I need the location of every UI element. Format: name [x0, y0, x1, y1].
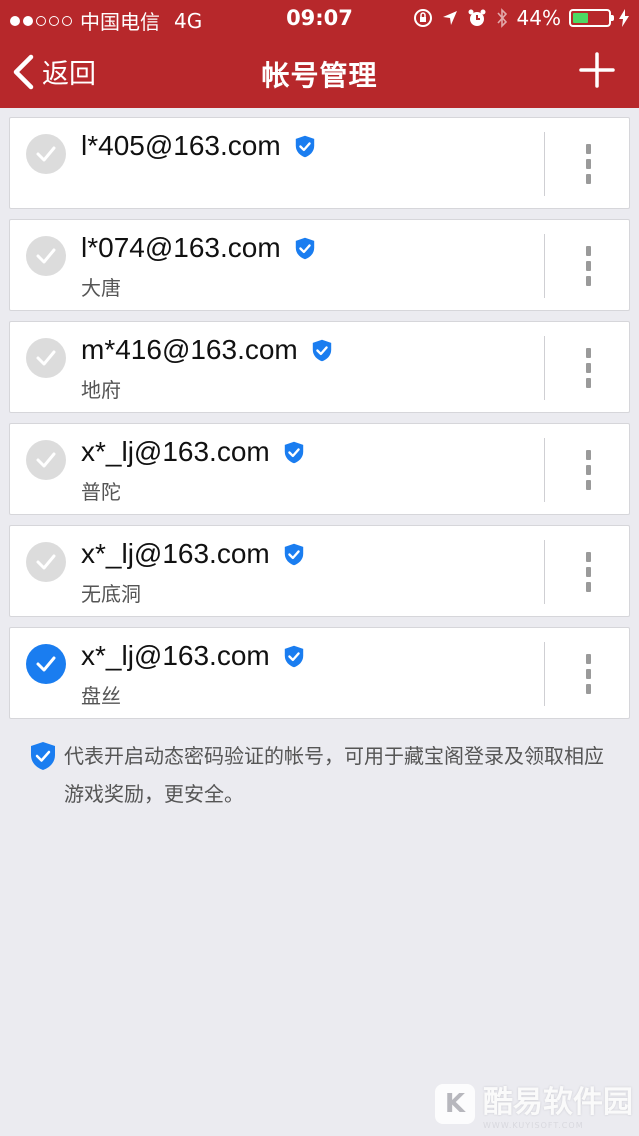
more-options-button[interactable]: [570, 446, 606, 494]
battery-icon: [569, 9, 614, 27]
account-card[interactable]: l*405@163.com: [9, 117, 630, 209]
account-server: 地府: [81, 378, 121, 402]
verification-note: 代表开启动态密码验证的帐号，可用于藏宝阁登录及领取相应游戏奖励，更安全。: [30, 737, 610, 813]
alarm-icon: [468, 9, 486, 26]
account-email-row: x*_lj@163.com: [81, 538, 304, 570]
checkmark-icon: [36, 350, 56, 366]
select-check-icon[interactable]: [26, 440, 66, 480]
account-email: x*_lj@163.com: [81, 538, 270, 569]
account-email-row: x*_lj@163.com: [81, 436, 304, 468]
account-server: 盘丝: [81, 684, 121, 708]
account-email: x*_lj@163.com: [81, 436, 270, 467]
account-server: 大唐: [81, 276, 121, 300]
checkmark-icon: [36, 452, 56, 468]
more-options-button[interactable]: [570, 344, 606, 392]
account-card[interactable]: l*074@163.com 大唐: [9, 219, 630, 311]
account-server: 无底洞: [81, 582, 141, 606]
checkmark-icon: [36, 248, 56, 264]
app-header: 中国电信 4G 09:07 44% 返回 帐号管理: [0, 0, 639, 108]
verified-shield-icon: [295, 135, 314, 157]
more-options-button[interactable]: [570, 650, 606, 698]
watermark-url: WWW.KUYISOFT.COM: [483, 1121, 584, 1130]
add-account-button[interactable]: [577, 50, 617, 90]
account-card[interactable]: x*_lj@163.com 无底洞: [9, 525, 630, 617]
select-check-icon[interactable]: [26, 644, 66, 684]
location-icon: [442, 11, 457, 25]
plus-icon: [579, 52, 615, 88]
verified-shield-icon: [284, 645, 303, 667]
divider: [544, 132, 545, 196]
verified-shield-icon: [284, 543, 303, 565]
verified-shield-icon: [284, 441, 303, 463]
account-server: 普陀: [81, 480, 121, 504]
more-options-button[interactable]: [570, 242, 606, 290]
checkmark-icon: [36, 146, 56, 162]
divider: [544, 438, 545, 502]
more-options-button[interactable]: [570, 140, 606, 188]
select-check-icon[interactable]: [26, 542, 66, 582]
charging-icon: [619, 9, 629, 27]
status-bar: 中国电信 4G 09:07 44%: [0, 0, 639, 36]
account-email-row: l*074@163.com: [81, 232, 315, 264]
checkmark-icon: [36, 554, 56, 570]
note-text: 代表开启动态密码验证的帐号，可用于藏宝阁登录及领取相应游戏奖励，更安全。: [64, 744, 604, 806]
orientation-lock-icon: [413, 9, 432, 27]
divider: [544, 234, 545, 298]
watermark-text: 酷易软件园: [483, 1085, 633, 1120]
verified-shield-icon: [312, 339, 331, 361]
verified-shield-icon: [31, 742, 55, 770]
account-email-row: x*_lj@163.com: [81, 640, 304, 672]
divider: [544, 336, 545, 400]
account-list: l*405@163.com l*074@163.com 大唐 m*416@163…: [9, 117, 630, 729]
account-card[interactable]: m*416@163.com 地府: [9, 321, 630, 413]
more-options-button[interactable]: [570, 548, 606, 596]
select-check-icon[interactable]: [26, 338, 66, 378]
checkmark-icon: [36, 656, 56, 672]
battery-percent: 44%: [516, 6, 561, 30]
account-card[interactable]: x*_lj@163.com 普陀: [9, 423, 630, 515]
account-email: l*405@163.com: [81, 130, 281, 161]
select-check-icon[interactable]: [26, 134, 66, 174]
account-email: x*_lj@163.com: [81, 640, 270, 671]
account-email-row: m*416@163.com: [81, 334, 332, 366]
verified-shield-icon: [295, 237, 314, 259]
watermark: K 酷易软件园 WWW.KUYISOFT.COM: [435, 1077, 633, 1130]
bluetooth-icon: [496, 8, 507, 28]
divider: [544, 642, 545, 706]
account-email-row: l*405@163.com: [81, 130, 315, 162]
divider: [544, 540, 545, 604]
select-check-icon[interactable]: [26, 236, 66, 276]
account-card[interactable]: x*_lj@163.com 盘丝: [9, 627, 630, 719]
page-title: 帐号管理: [261, 59, 378, 92]
watermark-logo-icon: K: [435, 1083, 475, 1124]
account-email: m*416@163.com: [81, 334, 298, 365]
account-email: l*074@163.com: [81, 232, 281, 263]
